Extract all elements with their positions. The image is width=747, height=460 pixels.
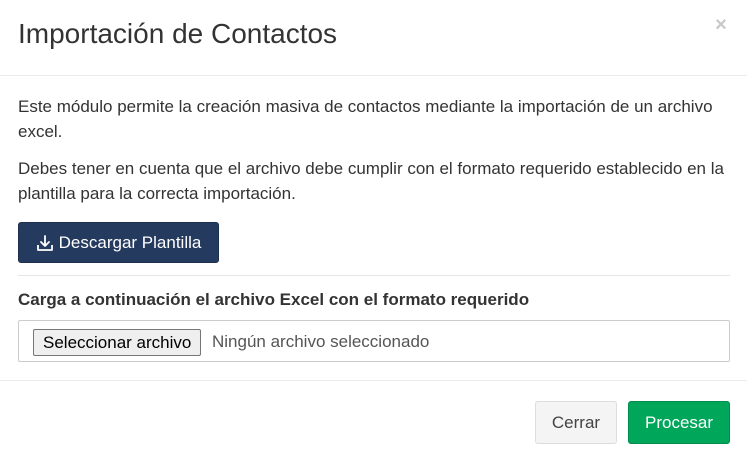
file-input[interactable]: Seleccionar archivo Ningún archivo selec…: [18, 320, 730, 362]
process-button[interactable]: Procesar: [628, 401, 730, 444]
cancel-button[interactable]: Cerrar: [535, 401, 617, 444]
modal-footer: Cerrar Procesar: [0, 380, 747, 460]
upload-label: Carga a continuación el archivo Excel co…: [18, 290, 530, 309]
modal-header: Importación de Contactos ×: [0, 0, 747, 76]
import-contacts-modal: Importación de Contactos × Este módulo p…: [0, 0, 747, 460]
file-status-text: Ningún archivo seleccionado: [212, 332, 430, 351]
divider: [18, 275, 730, 276]
choose-file-button[interactable]: Seleccionar archivo: [33, 329, 202, 356]
download-icon: [36, 234, 53, 251]
close-icon[interactable]: ×: [713, 14, 729, 36]
download-template-button[interactable]: Descargar Plantilla: [18, 222, 219, 263]
notice-text: Debes tener en cuenta que el archivo deb…: [18, 159, 724, 203]
modal-title: Importación de Contactos: [18, 18, 338, 49]
intro-text: Este módulo permite la creación masiva d…: [18, 97, 713, 141]
download-button-label: Descargar Plantilla: [58, 232, 202, 252]
